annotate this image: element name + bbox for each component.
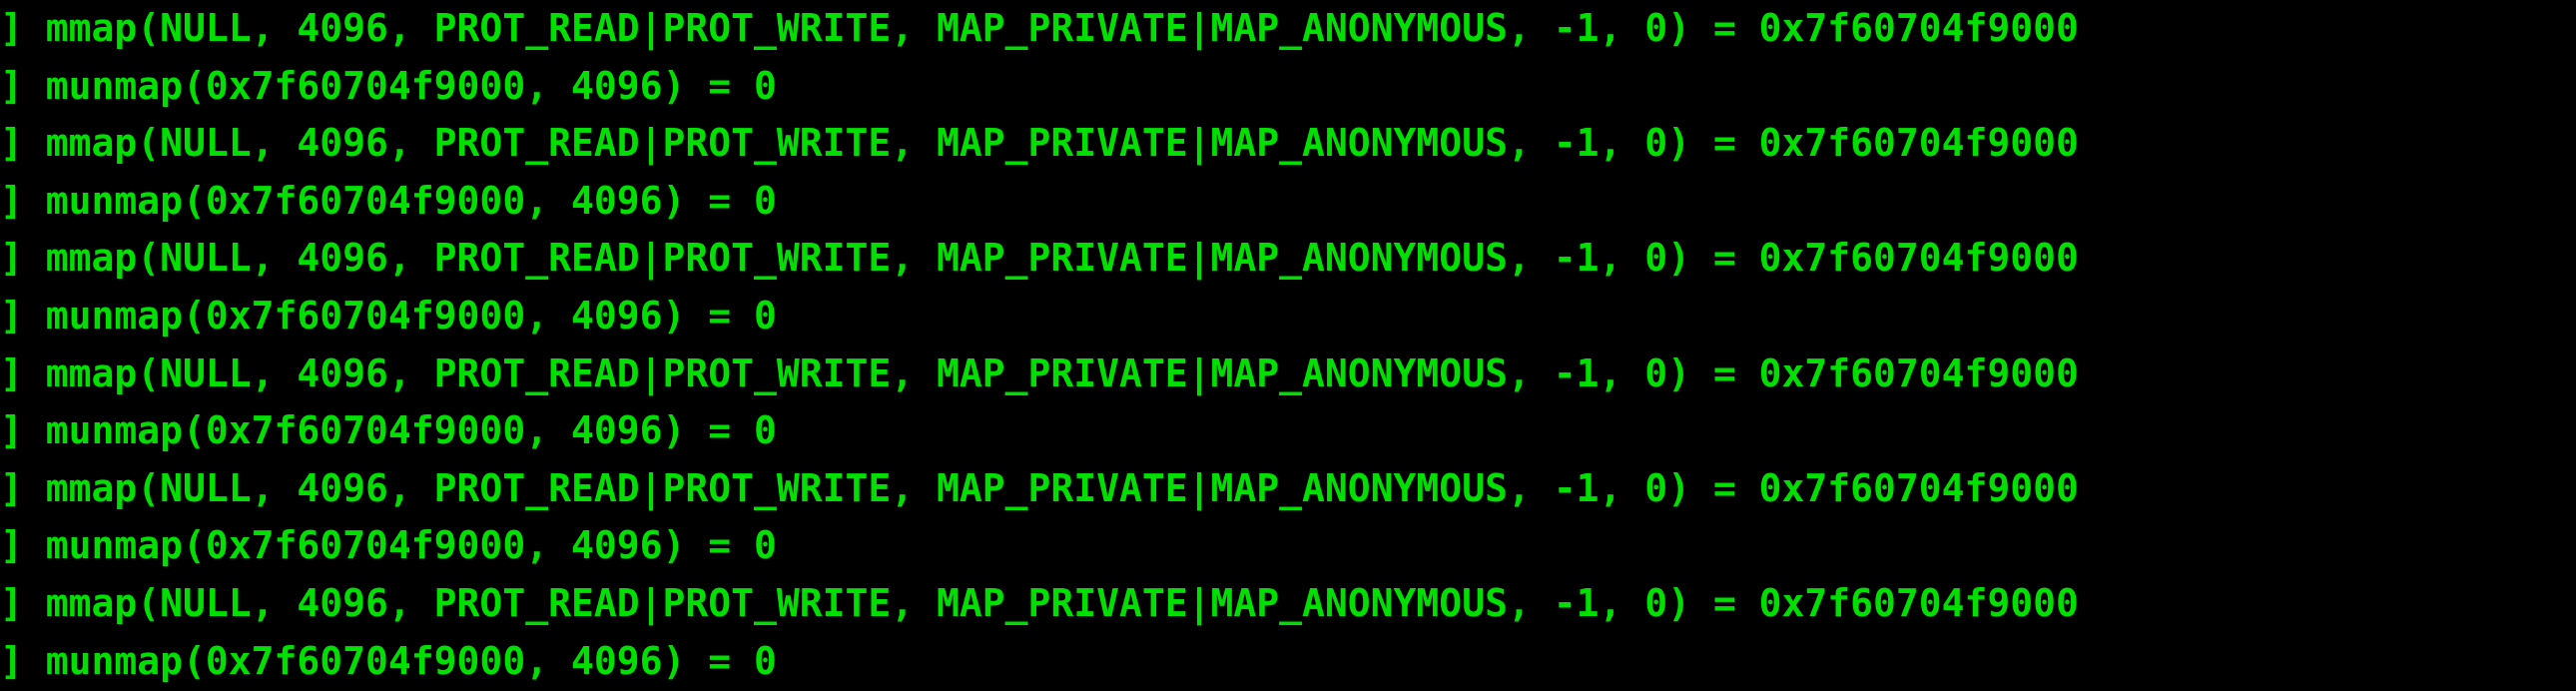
strace-line: ] mmap(NULL, 4096, PROT_READ|PROT_WRITE,…: [0, 115, 2576, 173]
strace-line: ] mmap(NULL, 4096, PROT_READ|PROT_WRITE,…: [0, 0, 2576, 58]
terminal-output: ] mmap(NULL, 4096, PROT_READ|PROT_WRITE,…: [0, 0, 2576, 690]
strace-line: ] munmap(0x7f60704f9000, 4096) = 0: [0, 288, 2576, 346]
strace-line: ] munmap(0x7f60704f9000, 4096) = 0: [0, 517, 2576, 575]
strace-line: ] mmap(NULL, 4096, PROT_READ|PROT_WRITE,…: [0, 230, 2576, 288]
strace-line: ] mmap(NULL, 4096, PROT_READ|PROT_WRITE,…: [0, 575, 2576, 633]
strace-line: ] mmap(NULL, 4096, PROT_READ|PROT_WRITE,…: [0, 460, 2576, 518]
strace-line: ] munmap(0x7f60704f9000, 4096) = 0: [0, 402, 2576, 460]
strace-line: ] munmap(0x7f60704f9000, 4096) = 0: [0, 58, 2576, 116]
strace-line: ] munmap(0x7f60704f9000, 4096) = 0: [0, 633, 2576, 691]
strace-line: ] mmap(NULL, 4096, PROT_READ|PROT_WRITE,…: [0, 346, 2576, 403]
strace-line: ] munmap(0x7f60704f9000, 4096) = 0: [0, 173, 2576, 231]
